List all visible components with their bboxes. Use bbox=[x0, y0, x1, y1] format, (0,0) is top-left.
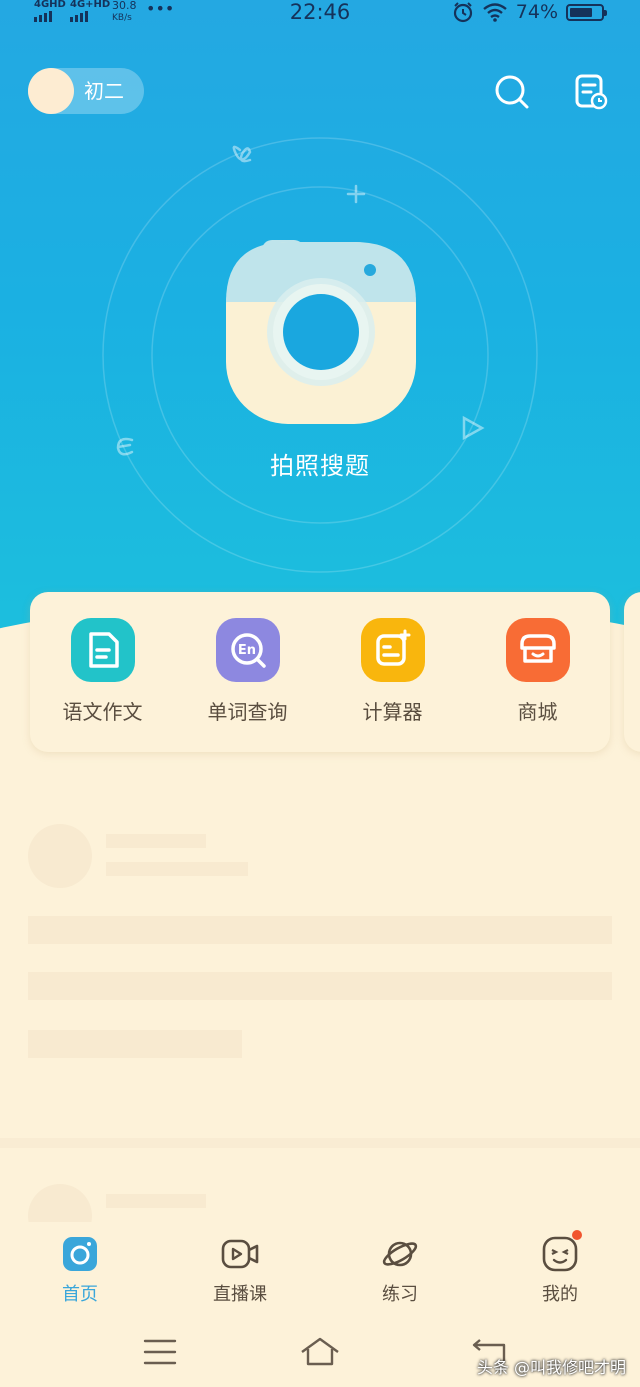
doc-clock-icon[interactable] bbox=[572, 72, 612, 112]
skeleton-line bbox=[106, 834, 206, 848]
tools-card: 语文作文 En 单词查询 计算器 商城 bbox=[30, 592, 610, 752]
skeleton-line bbox=[28, 916, 612, 944]
bottom-tab-bar: 首页 直播课 练习 我的 bbox=[0, 1222, 640, 1312]
tool-word-lookup[interactable]: En 单词查询 bbox=[175, 618, 320, 725]
document-icon bbox=[70, 618, 135, 682]
tab-live-class[interactable]: 直播课 bbox=[180, 1234, 300, 1306]
tab-home[interactable]: 首页 bbox=[20, 1234, 140, 1306]
camera-icon bbox=[60, 1234, 100, 1274]
skeleton-line bbox=[106, 1194, 206, 1208]
wifi-icon bbox=[483, 3, 507, 22]
skeleton-line bbox=[28, 972, 612, 1000]
svg-text:En: En bbox=[237, 643, 255, 658]
tab-label: 首页 bbox=[62, 1284, 98, 1305]
divider bbox=[0, 1138, 640, 1148]
tab-label: 练习 bbox=[382, 1284, 418, 1305]
tool-label: 语文作文 bbox=[62, 700, 143, 724]
status-bar: 4GHD 4G+HD 30.8 KB/s ••• 22:46 74% bbox=[0, 0, 640, 24]
avatar bbox=[28, 68, 74, 114]
alarm-icon bbox=[453, 2, 472, 23]
tool-composition[interactable]: 语文作文 bbox=[30, 618, 175, 725]
home-icon[interactable] bbox=[300, 1332, 340, 1372]
calculator-icon bbox=[360, 618, 425, 682]
next-card-peek bbox=[624, 592, 640, 752]
tool-label: 商城 bbox=[517, 700, 558, 724]
grade-label: 初二 bbox=[84, 79, 124, 103]
watermark: 头条 @叫我修吧才明 bbox=[476, 1358, 626, 1377]
tool-calculator[interactable]: 计算器 bbox=[320, 618, 465, 725]
en-search-icon: En bbox=[215, 618, 280, 682]
battery-icon bbox=[566, 3, 607, 21]
face-icon bbox=[540, 1230, 582, 1274]
tool-label: 单词查询 bbox=[207, 700, 288, 724]
menu-icon[interactable] bbox=[141, 1332, 181, 1372]
tool-store[interactable]: 商城 bbox=[465, 618, 610, 725]
skeleton-avatar bbox=[28, 824, 92, 888]
tab-label: 我的 bbox=[542, 1284, 578, 1305]
battery-percent: 74% bbox=[515, 1, 558, 23]
camera-icon[interactable] bbox=[224, 232, 418, 426]
tool-label: 计算器 bbox=[362, 700, 423, 724]
grade-selector[interactable]: 初二 bbox=[28, 68, 144, 114]
notification-badge bbox=[572, 1230, 582, 1240]
search-icon[interactable] bbox=[492, 72, 532, 112]
tab-mine[interactable]: 我的 bbox=[500, 1230, 620, 1306]
skeleton-line bbox=[28, 1030, 242, 1058]
planet-icon bbox=[380, 1234, 420, 1274]
tab-practice[interactable]: 练习 bbox=[340, 1234, 460, 1306]
skeleton-line bbox=[106, 862, 248, 876]
video-icon bbox=[220, 1234, 260, 1274]
tab-label: 直播课 bbox=[213, 1284, 267, 1305]
store-icon bbox=[505, 618, 570, 682]
camera-caption[interactable]: 拍照搜题 bbox=[0, 446, 640, 481]
